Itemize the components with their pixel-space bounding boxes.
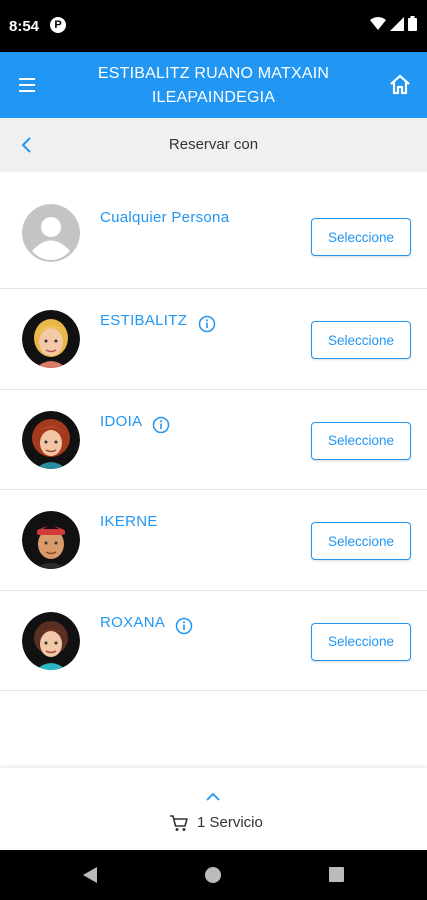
cart-count-label: 1 Servicio: [197, 814, 263, 831]
status-time: 8:54: [9, 18, 40, 35]
select-button[interactable]: Seleccione: [311, 622, 411, 661]
nav-back-icon[interactable]: [82, 866, 98, 884]
staff-name: Cualquier Persona: [100, 209, 230, 226]
cart-footer[interactable]: 1 Servicio: [0, 768, 427, 850]
select-button[interactable]: Seleccione: [311, 218, 411, 256]
select-button[interactable]: Seleccione: [311, 321, 411, 359]
page-title: Reservar con: [168, 136, 259, 153]
staff-name: IKERNE: [100, 513, 158, 530]
select-button[interactable]: Seleccione: [311, 421, 411, 460]
list-item: ROXANA Seleccione: [0, 591, 427, 691]
list-item: ESTIBALITZ Seleccione: [0, 289, 427, 390]
staff-avatar: [22, 410, 80, 469]
staff-avatar: [22, 511, 80, 569]
nav-recents-icon[interactable]: [329, 867, 344, 882]
battery-icon: [408, 16, 417, 31]
subheader: Reservar con: [0, 118, 427, 172]
nav-home-icon[interactable]: [205, 867, 221, 883]
shop-title: ESTIBALITZ RUANO MATXAIN ILEAPAINDEGIA: [70, 62, 357, 110]
chevron-up-icon[interactable]: [205, 792, 221, 802]
staff-name: ESTIBALITZ: [100, 312, 188, 329]
notification-app-icon: P: [50, 17, 66, 33]
app-screen: ESTIBALITZ RUANO MATXAIN ILEAPAINDEGIA R…: [0, 52, 427, 850]
staff-name: ROXANA: [100, 613, 166, 631]
info-icon[interactable]: [152, 416, 170, 434]
staff-avatar: [22, 310, 80, 368]
default-person-avatar: [22, 204, 80, 262]
staff-list: Cualquier Persona Seleccione ESTIBALITZ …: [0, 172, 427, 691]
info-icon[interactable]: [198, 315, 216, 333]
system-nav-bar: [0, 850, 427, 900]
cart-icon: [170, 815, 188, 831]
list-item: IDOIA Seleccione: [0, 390, 427, 490]
menu-icon[interactable]: [17, 76, 39, 94]
status-bar: 8:54 P: [0, 0, 427, 52]
list-item: IKERNE Seleccione: [0, 490, 427, 591]
shop-title-line1: ESTIBALITZ RUANO MATXAIN: [97, 65, 330, 82]
status-icons: [370, 16, 417, 31]
wifi-icon: [370, 16, 386, 30]
app-header: ESTIBALITZ RUANO MATXAIN ILEAPAINDEGIA: [0, 52, 427, 118]
shop-title-line2: ILEAPAINDEGIA: [151, 89, 276, 106]
signal-icon: [390, 16, 404, 31]
select-button[interactable]: Seleccione: [311, 522, 411, 560]
staff-avatar: [22, 611, 80, 670]
list-item: Cualquier Persona Seleccione: [0, 172, 427, 289]
info-icon[interactable]: [175, 617, 193, 635]
staff-name: IDOIA: [100, 412, 143, 430]
home-icon[interactable]: [387, 72, 413, 98]
